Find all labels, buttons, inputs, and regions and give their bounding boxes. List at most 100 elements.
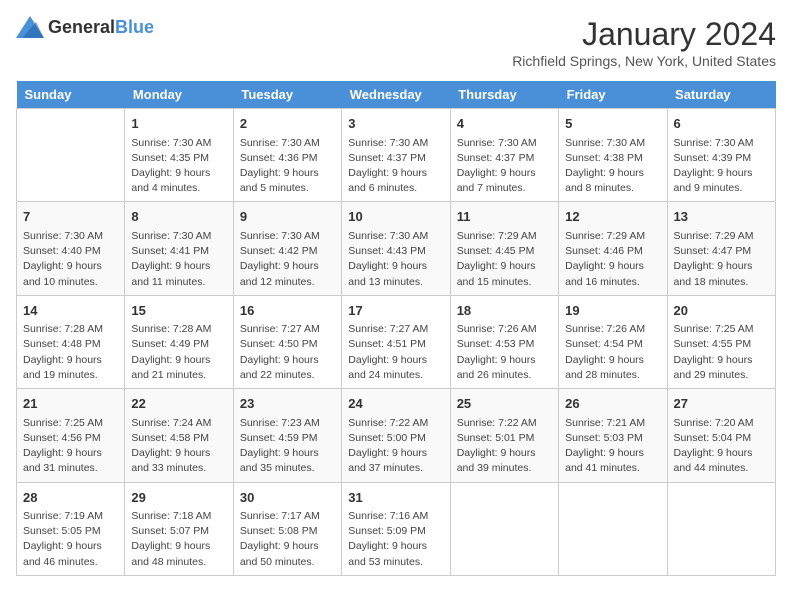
week-row-3: 14Sunrise: 7:28 AMSunset: 4:48 PMDayligh… [17, 295, 776, 388]
cell-info: Sunrise: 7:30 AMSunset: 4:37 PMDaylight:… [348, 136, 443, 197]
calendar-cell: 30Sunrise: 7:17 AMSunset: 5:08 PMDayligh… [233, 482, 341, 575]
calendar-cell: 23Sunrise: 7:23 AMSunset: 4:59 PMDayligh… [233, 389, 341, 482]
week-row-2: 7Sunrise: 7:30 AMSunset: 4:40 PMDaylight… [17, 202, 776, 295]
cell-info: Sunrise: 7:28 AMSunset: 4:48 PMDaylight:… [23, 322, 118, 383]
calendar-cell: 21Sunrise: 7:25 AMSunset: 4:56 PMDayligh… [17, 389, 125, 482]
logo-text-general: General [48, 17, 115, 37]
calendar-cell [450, 482, 558, 575]
date-number: 20 [674, 301, 769, 321]
calendar-cell: 10Sunrise: 7:30 AMSunset: 4:43 PMDayligh… [342, 202, 450, 295]
cell-info: Sunrise: 7:22 AMSunset: 5:00 PMDaylight:… [348, 416, 443, 477]
logo-icon [16, 16, 44, 38]
calendar-cell: 20Sunrise: 7:25 AMSunset: 4:55 PMDayligh… [667, 295, 775, 388]
date-number: 22 [131, 394, 226, 414]
cell-info: Sunrise: 7:30 AMSunset: 4:43 PMDaylight:… [348, 229, 443, 290]
cell-info: Sunrise: 7:30 AMSunset: 4:36 PMDaylight:… [240, 136, 335, 197]
day-header-tuesday: Tuesday [233, 81, 341, 109]
week-row-1: 1Sunrise: 7:30 AMSunset: 4:35 PMDaylight… [17, 109, 776, 202]
calendar-cell: 24Sunrise: 7:22 AMSunset: 5:00 PMDayligh… [342, 389, 450, 482]
cell-info: Sunrise: 7:30 AMSunset: 4:35 PMDaylight:… [131, 136, 226, 197]
date-number: 26 [565, 394, 660, 414]
cell-info: Sunrise: 7:28 AMSunset: 4:49 PMDaylight:… [131, 322, 226, 383]
day-header-thursday: Thursday [450, 81, 558, 109]
day-header-saturday: Saturday [667, 81, 775, 109]
date-number: 12 [565, 207, 660, 227]
date-number: 31 [348, 488, 443, 508]
calendar-cell: 8Sunrise: 7:30 AMSunset: 4:41 PMDaylight… [125, 202, 233, 295]
cell-info: Sunrise: 7:29 AMSunset: 4:47 PMDaylight:… [674, 229, 769, 290]
cell-info: Sunrise: 7:22 AMSunset: 5:01 PMDaylight:… [457, 416, 552, 477]
date-number: 3 [348, 114, 443, 134]
calendar-cell [17, 109, 125, 202]
cell-info: Sunrise: 7:23 AMSunset: 4:59 PMDaylight:… [240, 416, 335, 477]
week-row-4: 21Sunrise: 7:25 AMSunset: 4:56 PMDayligh… [17, 389, 776, 482]
logo: GeneralBlue [16, 16, 154, 38]
date-number: 8 [131, 207, 226, 227]
date-number: 15 [131, 301, 226, 321]
day-header-friday: Friday [559, 81, 667, 109]
calendar-cell: 15Sunrise: 7:28 AMSunset: 4:49 PMDayligh… [125, 295, 233, 388]
calendar-cell: 1Sunrise: 7:30 AMSunset: 4:35 PMDaylight… [125, 109, 233, 202]
cell-info: Sunrise: 7:30 AMSunset: 4:42 PMDaylight:… [240, 229, 335, 290]
calendar-cell: 7Sunrise: 7:30 AMSunset: 4:40 PMDaylight… [17, 202, 125, 295]
calendar-cell: 29Sunrise: 7:18 AMSunset: 5:07 PMDayligh… [125, 482, 233, 575]
month-title: January 2024 [512, 16, 776, 53]
cell-info: Sunrise: 7:19 AMSunset: 5:05 PMDaylight:… [23, 509, 118, 570]
logo-text-blue: Blue [115, 17, 154, 37]
date-number: 5 [565, 114, 660, 134]
calendar-cell: 6Sunrise: 7:30 AMSunset: 4:39 PMDaylight… [667, 109, 775, 202]
cell-info: Sunrise: 7:27 AMSunset: 4:50 PMDaylight:… [240, 322, 335, 383]
date-number: 4 [457, 114, 552, 134]
calendar-cell: 16Sunrise: 7:27 AMSunset: 4:50 PMDayligh… [233, 295, 341, 388]
cell-info: Sunrise: 7:29 AMSunset: 4:46 PMDaylight:… [565, 229, 660, 290]
calendar-cell: 31Sunrise: 7:16 AMSunset: 5:09 PMDayligh… [342, 482, 450, 575]
calendar-cell: 17Sunrise: 7:27 AMSunset: 4:51 PMDayligh… [342, 295, 450, 388]
cell-info: Sunrise: 7:20 AMSunset: 5:04 PMDaylight:… [674, 416, 769, 477]
title-area: January 2024 Richfield Springs, New York… [512, 16, 776, 69]
cell-info: Sunrise: 7:25 AMSunset: 4:55 PMDaylight:… [674, 322, 769, 383]
date-number: 14 [23, 301, 118, 321]
date-number: 11 [457, 207, 552, 227]
cell-info: Sunrise: 7:17 AMSunset: 5:08 PMDaylight:… [240, 509, 335, 570]
date-number: 1 [131, 114, 226, 134]
calendar-cell: 4Sunrise: 7:30 AMSunset: 4:37 PMDaylight… [450, 109, 558, 202]
day-header-wednesday: Wednesday [342, 81, 450, 109]
calendar-cell: 13Sunrise: 7:29 AMSunset: 4:47 PMDayligh… [667, 202, 775, 295]
calendar-cell: 3Sunrise: 7:30 AMSunset: 4:37 PMDaylight… [342, 109, 450, 202]
calendar-cell: 11Sunrise: 7:29 AMSunset: 4:45 PMDayligh… [450, 202, 558, 295]
cell-info: Sunrise: 7:26 AMSunset: 4:54 PMDaylight:… [565, 322, 660, 383]
date-number: 30 [240, 488, 335, 508]
cell-info: Sunrise: 7:18 AMSunset: 5:07 PMDaylight:… [131, 509, 226, 570]
date-number: 6 [674, 114, 769, 134]
cell-info: Sunrise: 7:30 AMSunset: 4:39 PMDaylight:… [674, 136, 769, 197]
cell-info: Sunrise: 7:26 AMSunset: 4:53 PMDaylight:… [457, 322, 552, 383]
page-header: GeneralBlue January 2024 Richfield Sprin… [16, 16, 776, 69]
date-number: 21 [23, 394, 118, 414]
cell-info: Sunrise: 7:30 AMSunset: 4:40 PMDaylight:… [23, 229, 118, 290]
date-number: 29 [131, 488, 226, 508]
date-number: 25 [457, 394, 552, 414]
date-number: 23 [240, 394, 335, 414]
week-row-5: 28Sunrise: 7:19 AMSunset: 5:05 PMDayligh… [17, 482, 776, 575]
date-number: 28 [23, 488, 118, 508]
cell-info: Sunrise: 7:29 AMSunset: 4:45 PMDaylight:… [457, 229, 552, 290]
date-number: 2 [240, 114, 335, 134]
calendar-header-row: SundayMondayTuesdayWednesdayThursdayFrid… [17, 81, 776, 109]
calendar-cell: 18Sunrise: 7:26 AMSunset: 4:53 PMDayligh… [450, 295, 558, 388]
cell-info: Sunrise: 7:30 AMSunset: 4:38 PMDaylight:… [565, 136, 660, 197]
calendar-cell: 2Sunrise: 7:30 AMSunset: 4:36 PMDaylight… [233, 109, 341, 202]
location-title: Richfield Springs, New York, United Stat… [512, 53, 776, 69]
date-number: 16 [240, 301, 335, 321]
day-header-monday: Monday [125, 81, 233, 109]
cell-info: Sunrise: 7:27 AMSunset: 4:51 PMDaylight:… [348, 322, 443, 383]
calendar-cell: 19Sunrise: 7:26 AMSunset: 4:54 PMDayligh… [559, 295, 667, 388]
date-number: 7 [23, 207, 118, 227]
cell-info: Sunrise: 7:16 AMSunset: 5:09 PMDaylight:… [348, 509, 443, 570]
day-header-sunday: Sunday [17, 81, 125, 109]
date-number: 18 [457, 301, 552, 321]
date-number: 19 [565, 301, 660, 321]
calendar-cell: 22Sunrise: 7:24 AMSunset: 4:58 PMDayligh… [125, 389, 233, 482]
calendar-cell: 5Sunrise: 7:30 AMSunset: 4:38 PMDaylight… [559, 109, 667, 202]
cell-info: Sunrise: 7:30 AMSunset: 4:37 PMDaylight:… [457, 136, 552, 197]
date-number: 9 [240, 207, 335, 227]
